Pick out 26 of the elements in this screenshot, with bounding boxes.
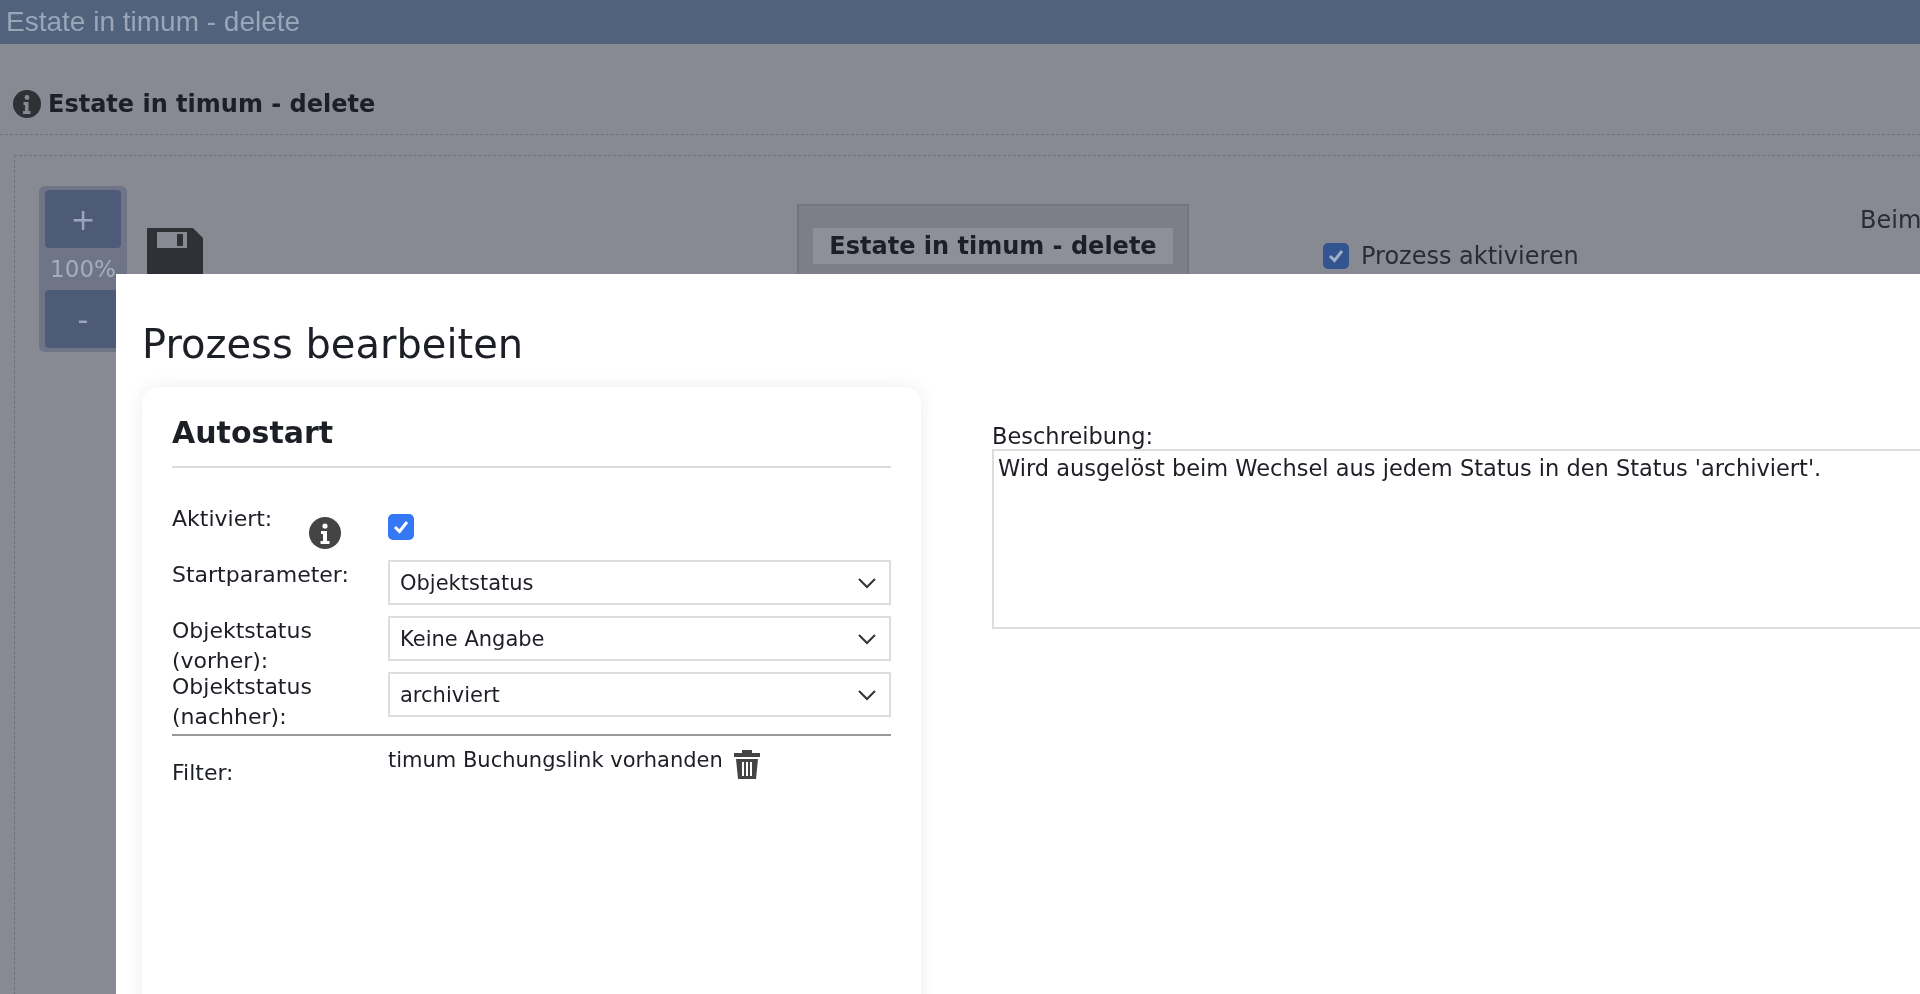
- card-title: Autostart: [172, 415, 891, 468]
- chevron-down-icon: [857, 632, 877, 645]
- checkbox[interactable]: [388, 514, 414, 540]
- window-title: Estate in timum - delete: [6, 6, 301, 38]
- checkbox[interactable]: [1323, 243, 1349, 269]
- description-textarea[interactable]: Wird ausgelöst beim Wechsel aus jedem Status in den Status 'archiviert'.: [992, 449, 1920, 629]
- chevron-down-icon: [857, 576, 877, 589]
- field-label: Objektstatus (nachher):: [172, 673, 313, 731]
- trash-icon[interactable]: [732, 748, 761, 780]
- field-label: Objektstatus (vorher):: [172, 617, 313, 675]
- field-label: Aktiviert:: [172, 506, 273, 531]
- filter-text: timum Buchungslink vorhanden: [388, 748, 723, 772]
- node-title: Estate in timum - delete: [813, 228, 1173, 264]
- select-field[interactable]: Objektstatus: [388, 560, 891, 605]
- field-label: Filter:: [172, 759, 235, 787]
- select-field[interactable]: archiviert: [388, 672, 891, 717]
- checkbox-label: Prozess aktivieren: [1361, 242, 1579, 270]
- info-icon[interactable]: [308, 516, 342, 550]
- info-icon: [12, 89, 42, 119]
- dialog-title: Prozess bearbeiten: [142, 320, 525, 369]
- select-field[interactable]: Keine Angabe: [388, 616, 891, 661]
- field-label: Startparameter:: [172, 561, 350, 589]
- process-heading: Estate in timum - delete: [48, 90, 376, 118]
- side-text: Beim: [1860, 206, 1920, 234]
- chevron-down-icon: [857, 688, 877, 701]
- field-label: Beschreibung:: [992, 423, 1155, 449]
